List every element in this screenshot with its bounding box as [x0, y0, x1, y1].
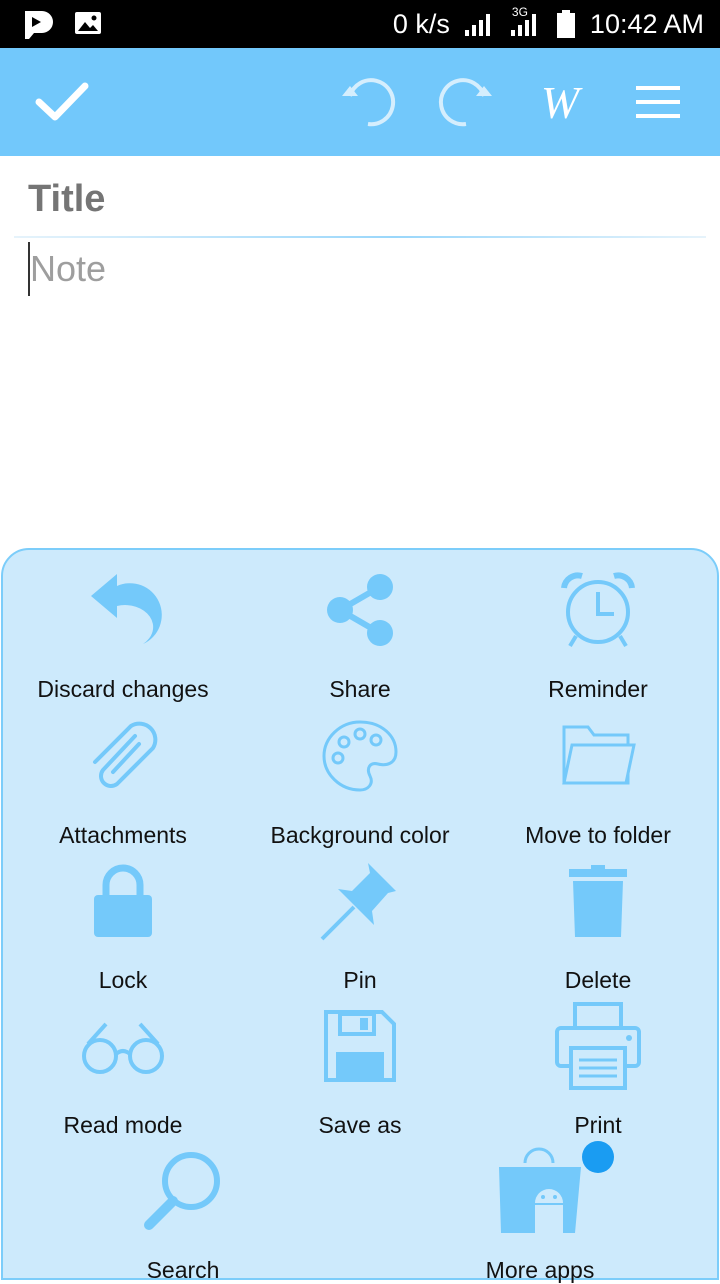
print-item[interactable]: Print: [478, 1002, 718, 1138]
image-notification-icon: [74, 8, 102, 42]
alarm-clock-icon: [561, 572, 635, 648]
background-color-item[interactable]: Background color: [240, 716, 480, 848]
glasses-icon: [82, 1022, 164, 1074]
reminder-label: Reminder: [548, 676, 648, 702]
discard-changes-item[interactable]: Discard changes: [3, 570, 243, 702]
save-button[interactable]: [32, 72, 92, 132]
clock: 10:42 AM: [589, 8, 704, 39]
status-bar: 0 k/s 3G 10:42 AM: [0, 0, 720, 48]
note-input[interactable]: Note: [30, 248, 690, 298]
trash-icon: [569, 865, 627, 937]
lock-item[interactable]: Lock: [3, 861, 243, 993]
new-apps-badge-dot: [582, 1141, 614, 1173]
redo-icon: [438, 78, 492, 127]
read-mode-item[interactable]: Read mode: [3, 1006, 243, 1138]
pin-item[interactable]: Pin: [240, 861, 480, 993]
delete-label: Delete: [564, 967, 632, 993]
title-input[interactable]: [28, 172, 688, 226]
palette-icon: [322, 720, 398, 792]
redo-button[interactable]: [434, 72, 496, 132]
delete-item[interactable]: Delete: [478, 861, 718, 993]
signal-icon: [464, 11, 496, 37]
discard-changes-label: Discard changes: [37, 676, 209, 702]
signal-3g-icon: 3G: [510, 5, 542, 37]
move-to-folder-label: Move to folder: [525, 822, 671, 848]
title-divider: [14, 236, 706, 238]
save-as-label: Save as: [318, 1112, 402, 1138]
hamburger-icon: [636, 86, 680, 118]
undo-button[interactable]: [338, 72, 400, 132]
android-bag-icon: [499, 1147, 581, 1233]
lock-icon: [94, 864, 152, 937]
paperclip-icon: [93, 721, 158, 788]
search-item[interactable]: Search: [63, 1151, 303, 1283]
share-icon: [327, 574, 393, 646]
reminder-item[interactable]: Reminder: [478, 570, 718, 702]
network-type: 3G: [511, 5, 528, 19]
more-apps-item[interactable]: More apps: [420, 1141, 660, 1283]
lock-label: Lock: [98, 967, 148, 993]
print-label: Print: [574, 1112, 622, 1138]
folder-icon: [562, 725, 636, 785]
discard-icon: [91, 574, 162, 644]
printer-icon: [555, 1002, 641, 1090]
attachments-item[interactable]: Attachments: [3, 716, 243, 848]
battery-icon: [556, 9, 576, 39]
options-sheet: Discard changes Share Reminder Attachmen…: [1, 548, 719, 1283]
share-label: Share: [329, 676, 391, 702]
move-to-folder-item[interactable]: Move to folder: [478, 716, 718, 848]
pin-label: Pin: [343, 967, 377, 993]
pin-icon: [320, 863, 396, 941]
app-notification-icon: [20, 8, 54, 42]
search-icon: [144, 1152, 220, 1230]
save-as-item[interactable]: Save as: [240, 1006, 480, 1138]
background-color-label: Background color: [270, 822, 450, 848]
menu-button[interactable]: [630, 72, 686, 132]
check-icon: [35, 82, 89, 121]
read-mode-label: Read mode: [63, 1112, 183, 1138]
toolbar: W: [0, 48, 720, 156]
undo-icon: [342, 78, 396, 127]
attachments-label: Attachments: [59, 822, 187, 848]
network-speed: 0 k/s: [392, 8, 450, 39]
floppy-icon: [324, 1010, 396, 1082]
share-item[interactable]: Share: [240, 570, 480, 702]
wiki-button[interactable]: W: [528, 72, 592, 132]
